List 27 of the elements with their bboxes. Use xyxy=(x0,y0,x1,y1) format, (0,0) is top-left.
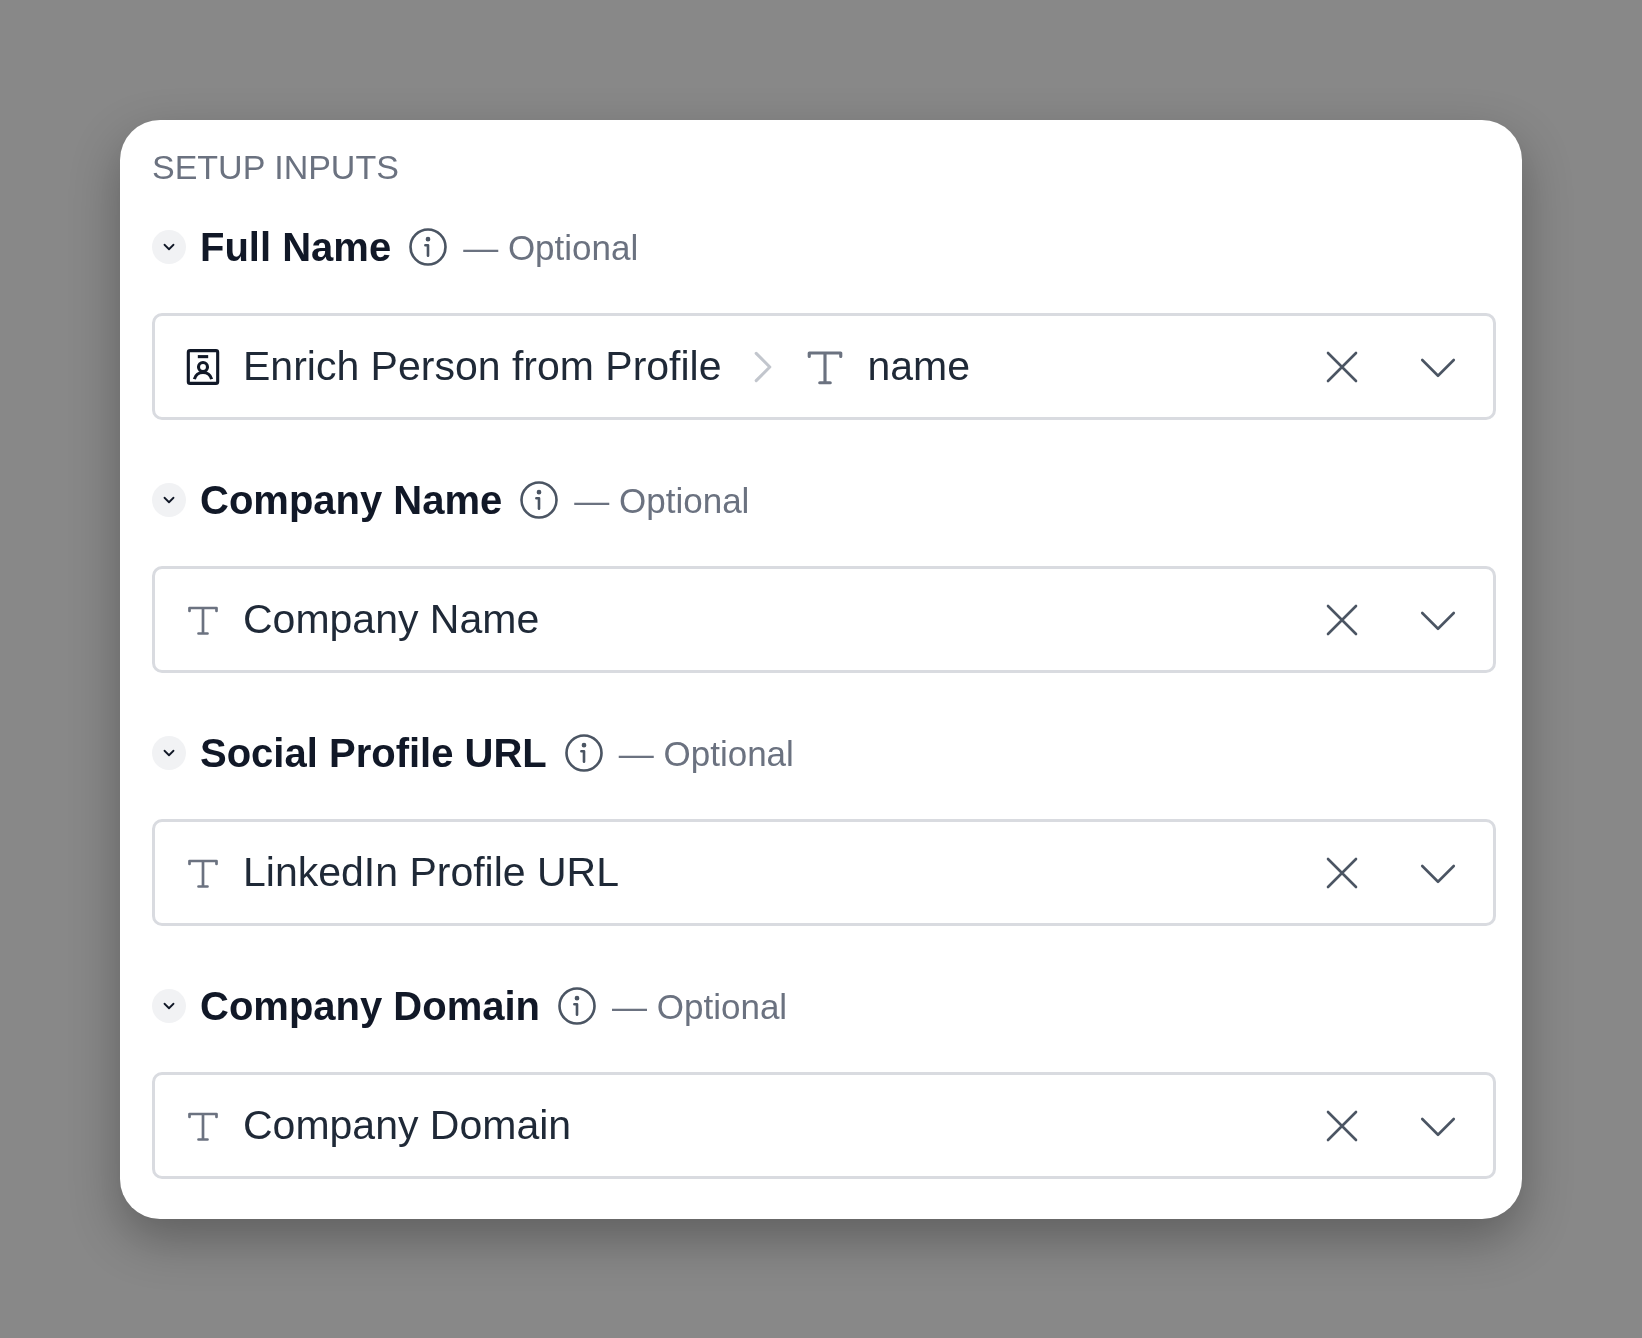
value-text: Company Name xyxy=(243,599,540,640)
input-label: Company Domain xyxy=(200,986,541,1026)
input-label: Company Name xyxy=(200,480,503,520)
optional-note: — Optional xyxy=(463,229,639,265)
input-field[interactable]: Enrich Person from Profile name xyxy=(152,313,1496,420)
collapse-toggle[interactable] xyxy=(152,736,186,770)
value-text: Company Domain xyxy=(243,1105,572,1146)
value-text: name xyxy=(867,346,971,387)
contact-card-icon xyxy=(185,347,221,386)
input-label: Full Name xyxy=(200,227,392,267)
info-icon[interactable] xyxy=(556,985,599,1027)
value-text: Enrich Person from Profile xyxy=(243,346,722,387)
input-label: Social Profile URL xyxy=(200,733,547,773)
collapse-toggle[interactable] xyxy=(152,230,186,264)
input-field[interactable]: Company Domain xyxy=(152,1072,1496,1179)
collapse-toggle[interactable] xyxy=(152,483,186,517)
info-icon[interactable] xyxy=(518,479,561,521)
optional-note: — Optional xyxy=(574,482,750,518)
collapse-toggle[interactable] xyxy=(152,989,186,1023)
optional-note: — Optional xyxy=(612,988,788,1024)
input-field[interactable]: Company Name xyxy=(152,566,1496,673)
value-text: LinkedIn Profile URL xyxy=(243,852,620,893)
input-field[interactable]: LinkedIn Profile URL xyxy=(152,819,1496,926)
optional-note: — Optional xyxy=(618,735,794,771)
info-icon[interactable] xyxy=(407,226,450,268)
section-title: SETUP INPUTS xyxy=(152,150,400,184)
info-icon[interactable] xyxy=(562,732,605,774)
